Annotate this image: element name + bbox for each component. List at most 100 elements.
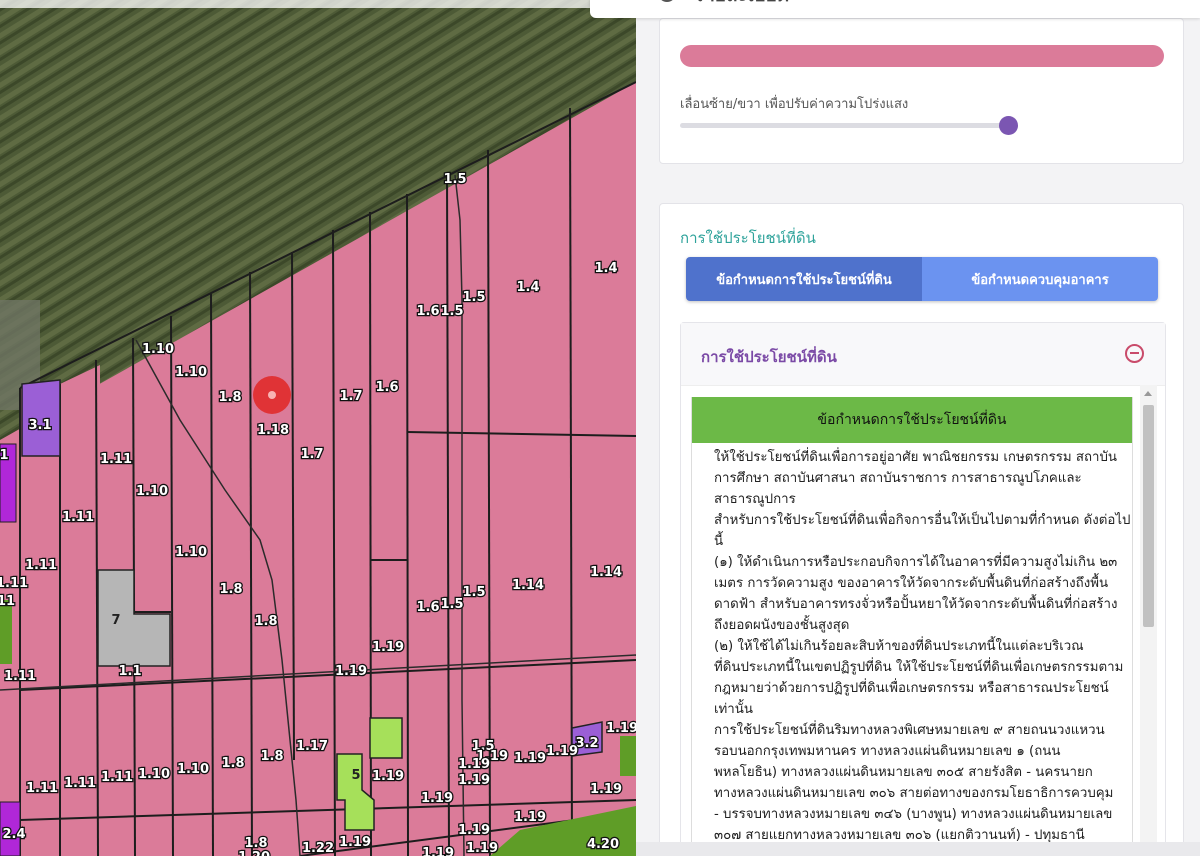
zone-label: 1.6	[375, 380, 398, 395]
zone-label: 1.11	[100, 452, 132, 467]
zone-label: 1.19	[421, 791, 453, 806]
regulation-line: ที่ดินประเภทนี้ในเขตปฏิรูปที่ดิน ให้ใช้ป…	[714, 660, 1124, 675]
zone-label: 1.19	[590, 782, 622, 797]
zone-label: 1.10	[142, 342, 174, 357]
zone-label: 1.14	[590, 565, 622, 580]
opacity-slider[interactable]	[680, 123, 1010, 128]
zone-label: 1.19	[335, 664, 367, 679]
accordion-header[interactable]: การใช้ประโยชน์ที่ดิน	[681, 323, 1165, 386]
zone-label: 1.19	[458, 773, 490, 788]
regulation-line: สาธารณูปการ	[714, 492, 796, 507]
regulation-line: (๑) ให้ดำเนินการหรือประกอบกิจการได้ในอาค…	[714, 555, 1118, 570]
zone-label: 1.18	[257, 423, 289, 438]
zone-label: 5	[351, 768, 360, 783]
regulation-line: กฎหมายว่าด้วยการปฏิรูปที่ดินเพื่อเกษตรกร…	[714, 681, 1109, 696]
details-panel-title: รายละเอียด	[694, 0, 789, 10]
land-use-map[interactable]: 1.5 1.4 1.4 1.5 1.6 1.5 1.10 1.10 1.8 1.7 1.6 3.1 1.…	[0, 0, 636, 856]
zone-label: 1.11	[62, 510, 94, 525]
zone-label: 1.7	[300, 447, 323, 462]
land-use-accordion: การใช้ประโยชน์ที่ดิน ข้อกำหนดการใช้ประโย…	[680, 322, 1166, 856]
zone-right-green	[620, 736, 636, 776]
zone-label: 1.11	[101, 770, 133, 785]
zone-label: 1.8	[218, 390, 241, 405]
regulation-line: การใช้ประโยชน์ที่ดินริมทางหลวงพิเศษหมายเ…	[714, 723, 1105, 738]
regulation-line: นี้	[714, 534, 724, 549]
zone-label: 1.19	[546, 744, 578, 759]
zone-label: 1.10	[136, 484, 168, 499]
regulation-line: รอบนอกกรุงเทพมหานคร ทางหลวงแผ่นดินหมายเล…	[714, 744, 1061, 759]
land-use-tabs: ข้อกำหนดการใช้ประโยชน์ที่ดิน ข้อกำหนดควบ…	[686, 257, 1158, 301]
zone-label: 1.19	[372, 640, 404, 655]
zone-label: 1.8	[260, 749, 283, 764]
zone-label: 1.19	[422, 846, 454, 856]
zone-label: 3.1	[28, 418, 51, 433]
zone-label: 1.10	[138, 767, 170, 782]
map-canvas[interactable]: 1.51.41.41.51.6 1.51.101.101.8 1.71.63.1 1.…	[0, 0, 636, 856]
zone-label: 1.19	[339, 835, 371, 850]
zone-label: 1.8	[244, 836, 267, 851]
zone-label: 1.5	[440, 304, 463, 319]
zone-label: 1.7	[339, 389, 362, 404]
zone-label: 1.4	[594, 261, 617, 276]
details-panel: เลื่อนซ้าย/ขวา เพื่อปรับค่าความโปร่งแสง …	[636, 0, 1200, 856]
regulation-line: การศึกษา สถาบันศาสนา สถาบันราชการ การสาธ…	[714, 471, 1082, 486]
zone-label: 1.17	[296, 739, 328, 754]
regulation-line: พหลโยธิน) ทางหลวงแผ่นดินหมายเลข ๓๐๕ สายร…	[714, 765, 1093, 780]
zone-label: 1.11	[25, 558, 57, 573]
zone-label: 1.11	[0, 576, 28, 591]
tab-building-control[interactable]: ข้อกำหนดควบคุมอาคาร	[922, 257, 1158, 301]
zone-label: 2.4	[2, 827, 25, 842]
location-marker[interactable]	[253, 376, 291, 414]
zone-label: 1.4	[516, 280, 539, 295]
regulation-line: เท่านั้น	[714, 702, 753, 717]
zone-label: 1.19	[458, 757, 490, 772]
zone-label: 1.22	[302, 841, 334, 856]
zone-label: 1.5	[462, 290, 485, 305]
regulation-line: - บรรจบทางหลวงหมายเลข ๓๔๖ (บางพูน) ทางหล…	[714, 807, 1113, 822]
zone-color-swatch	[680, 45, 1164, 67]
zone-label: 4.20	[587, 837, 619, 852]
zone-lime-small	[369, 717, 403, 759]
land-use-card: การใช้ประโยชน์ที่ดิน ข้อกำหนดการใช้ประโย…	[659, 203, 1184, 856]
zone-label: 1.14	[512, 578, 544, 593]
zone-label: 1.10	[177, 762, 209, 777]
tab-land-use-regulations[interactable]: ข้อกำหนดการใช้ประโยชน์ที่ดิน	[686, 257, 922, 301]
zone-label: 1.19	[606, 721, 636, 736]
regulation-line: เมตร การวัดความสูง ของอาคารให้วัดจากระดั…	[714, 576, 1109, 591]
zone-label: 1.11	[4, 669, 36, 684]
regulations-table: ข้อกำหนดการใช้ประโยชน์ที่ดิน ให้ใช้ประโย…	[691, 397, 1133, 856]
zone-label: 11	[0, 594, 15, 609]
opacity-slider-thumb[interactable]	[999, 116, 1018, 135]
zone-label: 1.11	[26, 781, 58, 796]
zone-label: 3.2	[575, 736, 598, 751]
regulation-line: ให้ใช้ประโยชน์ที่ดินเพื่อการอยู่อาศัย พา…	[714, 450, 1118, 465]
zone-label: 1.20	[238, 850, 270, 856]
regulations-table-header: ข้อกำหนดการใช้ประโยชน์ที่ดิน	[692, 397, 1132, 443]
opacity-slider-hint: เลื่อนซ้าย/ขวา เพื่อปรับค่าความโปร่งแสง	[680, 97, 909, 112]
zone-label: 1.5	[440, 597, 463, 612]
regulation-line: (๒) ให้ใช้ได้ไม่เกินร้อยละสิบห้าของที่ดิ…	[714, 639, 1084, 654]
zone-label: 1.10	[175, 365, 207, 380]
zone-label: 1.1	[118, 664, 141, 679]
zone-label: 1.19	[514, 810, 546, 825]
scroll-up-arrow-icon[interactable]	[1144, 391, 1152, 396]
regulation-line: ทางหลวงแผ่นดินหมายเลข ๓๐๖ สายต่อทางของกร…	[714, 786, 1114, 801]
panel-bottom-scrollbar[interactable]	[636, 842, 1200, 856]
zone-label: 7	[111, 613, 120, 628]
map-top-edge-overlay	[0, 0, 636, 8]
zone-label: 1.5	[443, 172, 466, 187]
zone-label: 1.8	[221, 756, 244, 771]
regulations-scrollbar[interactable]	[1140, 385, 1157, 856]
zone-label: 1.19	[372, 769, 404, 784]
info-icon	[658, 0, 676, 2]
regulations-text: ให้ใช้ประโยชน์ที่ดินเพื่อการอยู่อาศัย พา…	[714, 447, 1132, 846]
scrollbar-thumb[interactable]	[1143, 405, 1154, 627]
zone-label: 1.6	[416, 304, 439, 319]
zone-label: 1.19	[514, 751, 546, 766]
collapse-icon[interactable]	[1125, 344, 1144, 363]
zone-green-left	[0, 600, 12, 664]
zone-label: 1.19	[458, 823, 490, 838]
zone-label: 1	[0, 448, 9, 463]
opacity-card: เลื่อนซ้าย/ขวา เพื่อปรับค่าความโปร่งแสง	[659, 18, 1184, 164]
regulation-line: ถึงยอดผนังของชั้นสูงสุด	[714, 618, 850, 633]
